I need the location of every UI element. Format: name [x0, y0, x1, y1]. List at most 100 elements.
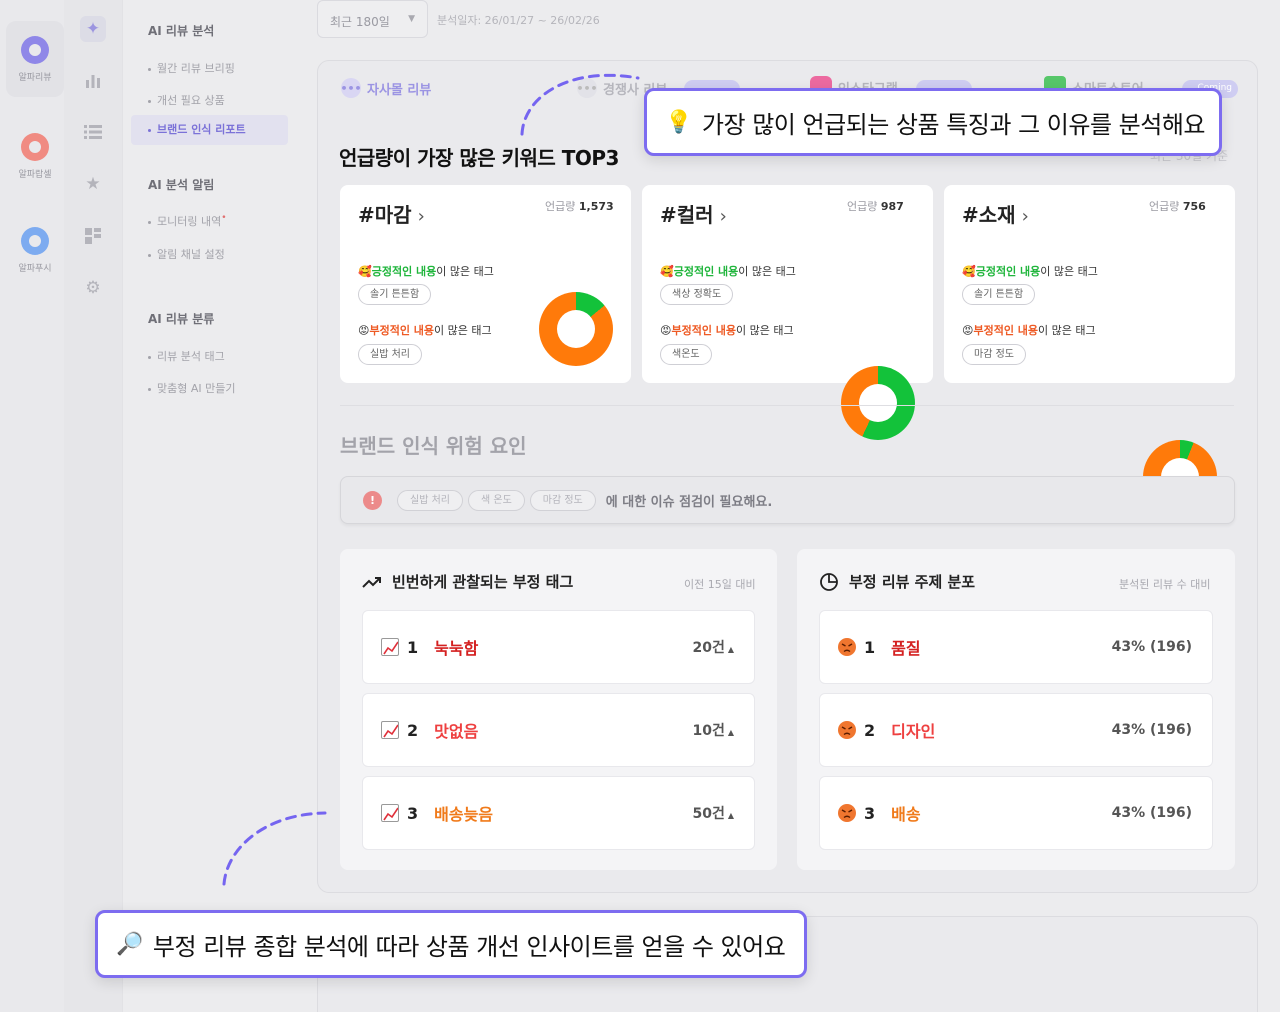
dashed-connector — [222, 811, 327, 886]
rail-alpha-push[interactable]: 알파푸시 — [6, 212, 64, 288]
positive-tag-chip[interactable]: 솔기 튼튼함 — [962, 284, 1036, 305]
pie-chart-icon — [820, 572, 838, 591]
rail-alpha-upsell[interactable]: 알파랍셀 — [6, 118, 64, 194]
rank-number: 2 — [407, 720, 419, 740]
top3-title: 언급량이 가장 많은 키워드 TOP3 — [339, 146, 619, 170]
angry-emoji-icon: 😡 — [358, 324, 370, 337]
rail-label: 알파랍셀 — [18, 169, 52, 180]
risk-chip[interactable]: 마감 정도 — [529, 489, 596, 511]
gear-icon[interactable]: ⚙ — [80, 275, 106, 301]
positive-tag-chip[interactable]: 솔기 튼튼함 — [358, 284, 432, 305]
menu-item-monthly-briefing[interactable]: 월간 리뷰 브리핑 — [148, 60, 235, 76]
angry-emoji-icon — [838, 721, 856, 739]
menu-section-ai-classification: AI 리뷰 분류 — [148, 312, 215, 326]
negative-tag-heading: 😡부정적인 내용이 많은 태그 — [962, 324, 1096, 337]
angry-emoji-icon: 😡 — [660, 324, 672, 337]
rank-value: 10건 ▲ — [692, 723, 734, 739]
negative-tag-heading: 😡부정적인 내용이 많은 태그 — [358, 324, 492, 337]
chart-up-emoji-icon — [381, 804, 399, 822]
neg-tags-title: 빈번하게 관찰되는 부정 태그 — [362, 571, 573, 592]
sparkle-icon[interactable]: ✦ — [80, 16, 106, 42]
list-icon[interactable] — [80, 119, 106, 145]
rail-label: 알파리뷰 — [18, 72, 52, 83]
rank-row[interactable]: 1 품질 43% (196) — [819, 610, 1213, 684]
section-divider — [340, 405, 1234, 406]
positive-tag-chip[interactable]: 색상 정확도 — [660, 284, 734, 305]
chart-up-emoji-icon — [381, 638, 399, 656]
rank-name: 배송늦음 — [434, 805, 494, 824]
menu-item-custom-ai[interactable]: 맞춤형 AI 만들기 — [148, 380, 235, 396]
sentiment-donut — [539, 292, 613, 366]
analysis-date: 분석일자: 26/01/27 ~ 26/02/26 — [437, 14, 600, 27]
magnifier-icon: 🔎 — [116, 931, 143, 957]
period-select[interactable]: 최근 180일 ▼ — [317, 0, 428, 38]
negative-tag-heading: 😡부정적인 내용이 많은 태그 — [660, 324, 794, 337]
dashboard-icon[interactable] — [80, 223, 106, 249]
menu-item-review-tags[interactable]: 리뷰 분석 태그 — [148, 348, 225, 364]
alpha-review-logo-icon — [21, 35, 49, 64]
menu-item-brand-report[interactable]: 브랜드 인식 리포트 — [131, 115, 288, 145]
rank-name: 눅눅함 — [434, 639, 479, 658]
alpha-push-logo-icon — [21, 226, 49, 255]
menu-section-ai-alerts: AI 분석 알림 — [148, 178, 215, 192]
negative-tag-chip[interactable]: 실밥 처리 — [358, 344, 422, 365]
rank-value: 43% (196) — [1111, 722, 1192, 738]
chevron-down-icon: ▼ — [408, 14, 415, 24]
smile-emoji-icon: 🥰 — [962, 265, 976, 278]
angry-emoji-icon — [838, 638, 856, 656]
menu-item-products-to-improve[interactable]: 개선 필요 상품 — [148, 92, 225, 108]
tab-own-mall[interactable]: ••• 자사몰 리뷰 — [340, 78, 431, 98]
star-icon[interactable]: ★ — [80, 171, 106, 197]
keyword-title[interactable]: #소재 › — [962, 199, 1029, 228]
callout-top: 💡 가장 많이 언급되는 상품 특징과 그 이유를 분석해요 — [644, 88, 1222, 156]
rank-name: 배송 — [891, 805, 921, 824]
chevron-right-icon: › — [417, 206, 425, 227]
app-rail: 알파리뷰 알파랍셀 알파푸시 — [0, 0, 64, 1012]
rank-row[interactable]: 1 눅눅함 20건 ▲ — [362, 610, 755, 684]
rank-number: 1 — [864, 637, 876, 657]
rank-name: 맛없음 — [434, 722, 479, 741]
negative-tag-chip[interactable]: 색온도 — [660, 344, 712, 365]
rank-row[interactable]: 2 디자인 43% (196) — [819, 693, 1213, 767]
angry-emoji-icon — [838, 804, 856, 822]
rank-number: 1 — [407, 637, 419, 657]
angry-emoji-icon: 😡 — [962, 324, 974, 337]
negative-tag-chip[interactable]: 마감 정도 — [962, 344, 1026, 365]
keyword-title[interactable]: #컬러 › — [660, 199, 727, 228]
risk-chip[interactable]: 색 온도 — [467, 489, 525, 511]
rank-row[interactable]: 3 배송 43% (196) — [819, 776, 1213, 850]
sentiment-donut — [841, 366, 915, 440]
callout-bottom: 🔎 부정 리뷰 종합 분석에 따라 상품 개선 인사이트를 얻을 수 있어요 — [95, 910, 807, 978]
chart-up-emoji-icon — [381, 721, 399, 739]
warning-icon: ! — [363, 490, 382, 510]
rank-value: 43% (196) — [1111, 639, 1192, 655]
mention-count: 언급량 756 — [1149, 200, 1206, 213]
rail-label: 알파푸시 — [18, 263, 52, 274]
rank-value: 20건 ▲ — [692, 640, 734, 656]
rank-number: 3 — [864, 803, 876, 823]
menu-section-ai-review-analysis: AI 리뷰 분석 — [148, 24, 215, 38]
risk-chip[interactable]: 실밥 처리 — [397, 489, 463, 511]
chat-icon: ••• — [340, 78, 362, 98]
rank-row[interactable]: 3 배송늦음 50건 ▲ — [362, 776, 755, 850]
icon-nav: ✦ ★ ⚙ — [64, 0, 122, 1012]
bar-chart-icon[interactable] — [80, 68, 106, 94]
mention-count: 언급량 1,573 — [545, 200, 614, 213]
keyword-title[interactable]: #마감 › — [358, 199, 425, 228]
menu-item-monitoring[interactable]: 모니터링 내역• — [148, 213, 227, 229]
rank-value: 43% (196) — [1111, 805, 1192, 821]
rail-alpha-review[interactable]: 알파리뷰 — [6, 21, 64, 97]
alpha-upsell-logo-icon — [21, 132, 49, 161]
rank-name: 디자인 — [891, 722, 936, 741]
risk-text: 에 대한 이슈 점검이 필요해요. — [605, 494, 773, 510]
trend-up-icon — [362, 576, 381, 588]
rank-row[interactable]: 2 맛없음 10건 ▲ — [362, 693, 755, 767]
neg-topics-title: 부정 리뷰 주제 분포 — [819, 571, 975, 592]
smile-emoji-icon: 🥰 — [660, 265, 674, 278]
neg-topics-subtitle: 분석된 리뷰 수 대비 — [1119, 578, 1211, 591]
menu-item-alert-channel[interactable]: 알림 채널 설정 — [148, 246, 225, 262]
positive-tag-heading: 🥰긍정적인 내용이 많은 태그 — [358, 265, 494, 278]
positive-tag-heading: 🥰긍정적인 내용이 많은 태그 — [962, 265, 1098, 278]
neg-tags-subtitle: 이전 15일 대비 — [684, 578, 756, 591]
dashed-connector — [520, 73, 640, 136]
